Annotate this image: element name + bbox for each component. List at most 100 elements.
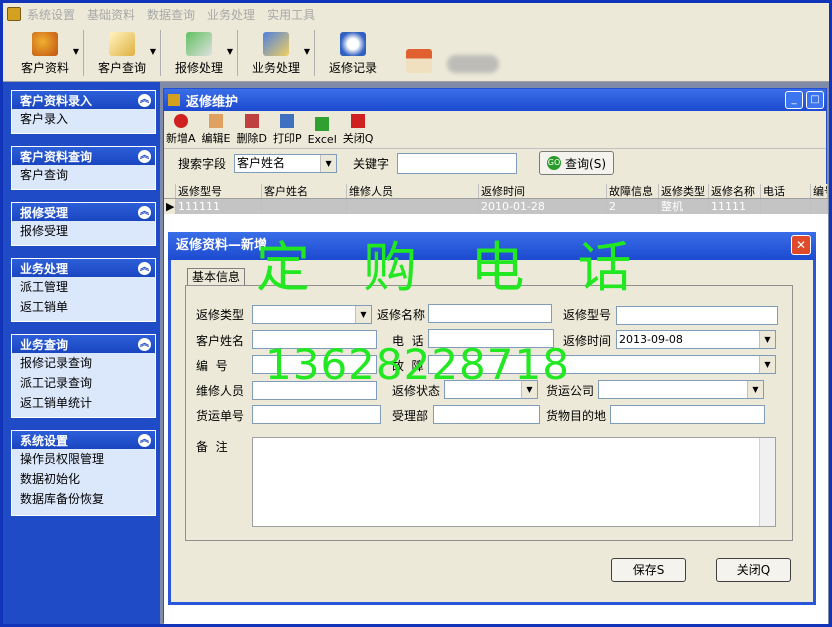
- repair-time-picker[interactable]: 2013-09-08 ▼: [616, 330, 776, 349]
- group-header[interactable]: 业务处理 ︽: [12, 259, 155, 277]
- group-header[interactable]: 客户资料查询 ︽: [12, 147, 155, 165]
- column-header[interactable]: 返修时间: [479, 184, 607, 198]
- tab-basic-info[interactable]: 基本信息: [187, 268, 246, 286]
- repair-type-select[interactable]: ▼: [252, 305, 372, 324]
- repair-model-input[interactable]: [616, 306, 778, 325]
- column-header[interactable]: 返修类型: [659, 184, 709, 198]
- sidebar-group-business: 业务处理 ︽ 派工管理 返工销单: [11, 258, 156, 322]
- sidebar-item-repair-records[interactable]: 报修记录查询: [12, 353, 155, 373]
- column-header[interactable]: 客户姓名: [262, 184, 347, 198]
- dropdown-arrow-icon[interactable]: ▼: [227, 47, 233, 56]
- collapse-icon[interactable]: ︽: [138, 433, 151, 447]
- close-button[interactable]: 关闭Q: [343, 114, 373, 148]
- receiving-dept-label: 受理部: [392, 409, 429, 423]
- scrollbar[interactable]: [759, 438, 775, 526]
- customer-name-input[interactable]: [252, 330, 377, 349]
- menu-business[interactable]: 业务处理: [207, 6, 255, 23]
- repair-name-input[interactable]: [428, 304, 552, 323]
- collapse-icon[interactable]: ︽: [138, 261, 151, 275]
- sidebar-item-data-init[interactable]: 数据初始化: [12, 469, 155, 489]
- fault-select[interactable]: ▼: [428, 355, 776, 374]
- customer-data-button[interactable]: ▼ 客户资料: [7, 25, 83, 80]
- go-icon: GO: [547, 156, 562, 170]
- technician-label: 维修人员: [196, 384, 245, 398]
- close-button[interactable]: 关闭Q: [716, 558, 791, 582]
- collapse-icon[interactable]: ︽: [138, 205, 151, 219]
- edit-button[interactable]: 编辑E: [202, 114, 230, 148]
- query-button[interactable]: GO 查询(S): [539, 151, 615, 175]
- shipping-no-label: 货运单号: [196, 409, 245, 423]
- delete-icon: [244, 114, 259, 128]
- sidebar-item-permissions[interactable]: 操作员权限管理: [12, 449, 155, 469]
- chevron-down-icon[interactable]: ▼: [521, 381, 537, 398]
- sidebar-item-rework-stats[interactable]: 返工销单统计: [12, 393, 155, 413]
- column-header[interactable]: 维修人员: [347, 184, 479, 198]
- column-header[interactable]: 故障信息: [607, 184, 659, 198]
- repair-type-label: 返修类型: [196, 308, 245, 322]
- sidebar-item-rework-close[interactable]: 返工销单: [12, 297, 155, 317]
- table-row[interactable]: ▶ 111111 2010-01-28 2 整机 11111: [164, 199, 828, 214]
- return-records-button[interactable]: 返修记录: [315, 25, 391, 80]
- sidebar-item-customer-query[interactable]: 客户查询: [12, 165, 155, 185]
- chevron-down-icon[interactable]: ▼: [747, 381, 763, 398]
- number-input[interactable]: [252, 355, 377, 374]
- dropdown-arrow-icon[interactable]: ▼: [304, 47, 310, 56]
- fault-label: 故 障: [392, 359, 424, 373]
- excel-icon: [315, 117, 330, 131]
- technician-input[interactable]: [252, 381, 377, 400]
- close-icon: [351, 114, 366, 128]
- notes-textarea[interactable]: [252, 437, 776, 527]
- chevron-down-icon[interactable]: ▼: [355, 306, 371, 323]
- destination-input[interactable]: [610, 405, 765, 424]
- menu-basic-data[interactable]: 基础资料: [87, 6, 135, 23]
- repair-icon: [186, 32, 212, 56]
- repair-time-label: 返修时间: [563, 334, 612, 348]
- maximize-icon[interactable]: □: [806, 91, 824, 109]
- sidebar-item-repair-accept[interactable]: 报修受理: [12, 221, 155, 241]
- notes-label: 备 注: [196, 440, 228, 454]
- group-header[interactable]: 报修受理 ︽: [12, 203, 155, 221]
- sidebar-item-dispatch[interactable]: 派工管理: [12, 277, 155, 297]
- menu-data-query[interactable]: 数据查询: [147, 6, 195, 23]
- column-header[interactable]: 编号: [811, 184, 828, 198]
- phone-input[interactable]: [428, 329, 554, 348]
- column-header[interactable]: 电话: [761, 184, 811, 198]
- collapse-icon[interactable]: ︽: [138, 337, 151, 351]
- chevron-down-icon[interactable]: ▼: [759, 356, 775, 373]
- sidebar: 客户资料录入 ︽ 客户录入 客户资料查询 ︽ 客户查询 报修受理 ︽ 报修受理 业务处…: [3, 82, 160, 624]
- menu-system-settings[interactable]: 系统设置: [27, 6, 75, 23]
- repair-status-select[interactable]: ▼: [444, 380, 538, 399]
- close-icon[interactable]: ✕: [791, 235, 811, 255]
- group-header[interactable]: 系统设置 ︽: [12, 431, 155, 449]
- excel-button[interactable]: Excel: [308, 117, 337, 148]
- add-button[interactable]: 新增A: [166, 114, 196, 148]
- repair-handling-button[interactable]: ▼ 报修处理: [161, 25, 237, 80]
- save-button[interactable]: 保存S: [611, 558, 686, 582]
- dropdown-arrow-icon[interactable]: ▼: [150, 47, 156, 56]
- business-handling-button[interactable]: ▼ 业务处理: [238, 25, 314, 80]
- dropdown-arrow-icon[interactable]: ▼: [73, 47, 79, 56]
- sidebar-item-db-backup[interactable]: 数据库备份恢复: [12, 489, 155, 509]
- chevron-down-icon[interactable]: ▼: [759, 331, 775, 348]
- home-button[interactable]: [391, 25, 447, 80]
- keyword-input[interactable]: [397, 152, 518, 174]
- shipping-company-select[interactable]: ▼: [598, 380, 764, 399]
- collapse-icon[interactable]: ︽: [138, 93, 151, 107]
- column-header[interactable]: 返修名称: [709, 184, 761, 198]
- receiving-dept-input[interactable]: [433, 405, 540, 424]
- search-field-select[interactable]: 客户姓名 ▼: [234, 153, 338, 173]
- print-button[interactable]: 打印P: [273, 114, 302, 148]
- collapse-icon[interactable]: ︽: [138, 149, 151, 163]
- chevron-down-icon[interactable]: ▼: [320, 154, 337, 172]
- group-header[interactable]: 客户资料录入 ︽: [12, 91, 155, 109]
- shipping-company-label: 货运公司: [546, 384, 595, 398]
- group-header[interactable]: 业务查询 ︽: [12, 335, 155, 353]
- column-header[interactable]: 返修型号: [176, 184, 262, 198]
- minimize-icon[interactable]: _: [785, 91, 803, 109]
- customer-query-button[interactable]: ▼ 客户查询: [84, 25, 160, 80]
- menu-tools[interactable]: 实用工具: [267, 6, 315, 23]
- shipping-no-input[interactable]: [252, 405, 381, 424]
- sidebar-item-customer-entry[interactable]: 客户录入: [12, 109, 155, 129]
- delete-button[interactable]: 删除D: [236, 114, 267, 148]
- sidebar-item-dispatch-records[interactable]: 派工记录查询: [12, 373, 155, 393]
